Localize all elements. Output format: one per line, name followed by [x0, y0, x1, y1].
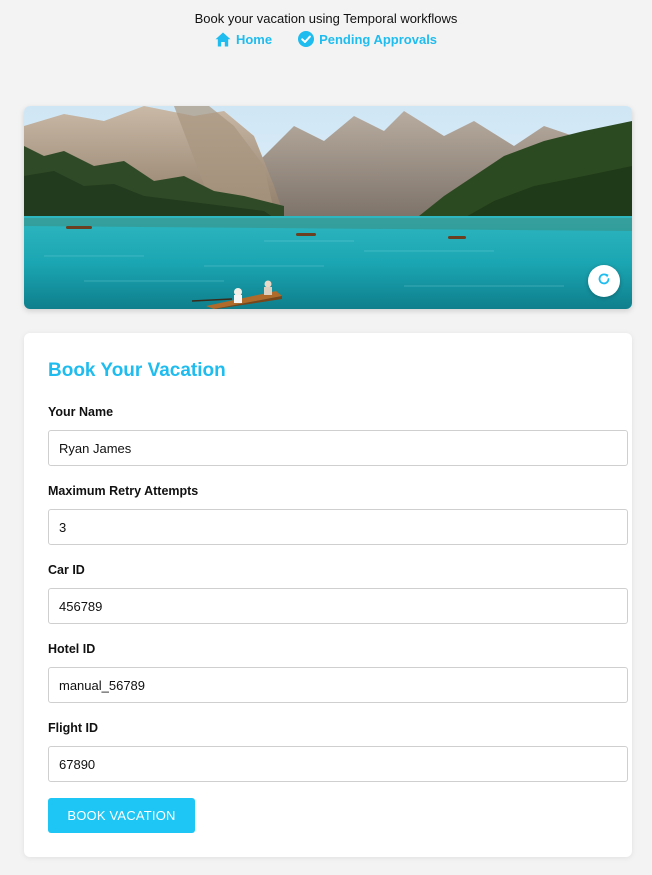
hero-banner: [24, 106, 632, 309]
your-name-input[interactable]: [48, 430, 628, 466]
refresh-icon: [597, 272, 611, 291]
your-name-label: Your Name: [48, 405, 114, 419]
form-title: Book Your Vacation: [48, 360, 226, 381]
nav-home-label: Home: [235, 31, 273, 47]
car-id-label: Car ID: [48, 563, 85, 577]
app-tagline: Book your vacation using Temporal workfl…: [194, 11, 458, 26]
check-circle-icon: [298, 31, 315, 47]
flight-id-label: Flight ID: [48, 721, 98, 735]
refresh-image-button[interactable]: [588, 265, 620, 297]
max-retry-attempts-label: Maximum Retry Attempts: [48, 484, 199, 498]
booking-form-card: Book Your Vacation Your Name Maximum Ret…: [24, 333, 632, 857]
mountain-lake-photo: [24, 106, 632, 309]
nav-home-link[interactable]: Home: [215, 31, 272, 47]
home-icon: [215, 32, 231, 47]
flight-id-input[interactable]: [48, 746, 628, 782]
nav-pending-approvals-label: Pending Approvals: [319, 31, 438, 47]
hotel-id-label: Hotel ID: [48, 642, 96, 656]
hotel-id-input[interactable]: [48, 667, 628, 703]
car-id-input[interactable]: [48, 588, 628, 624]
top-nav: Home Pending Approvals: [0, 31, 652, 47]
nav-pending-approvals-link[interactable]: Pending Approvals: [298, 31, 437, 47]
max-retry-attempts-input[interactable]: [48, 509, 628, 545]
book-vacation-button[interactable]: BOOK VACATION: [48, 798, 195, 833]
